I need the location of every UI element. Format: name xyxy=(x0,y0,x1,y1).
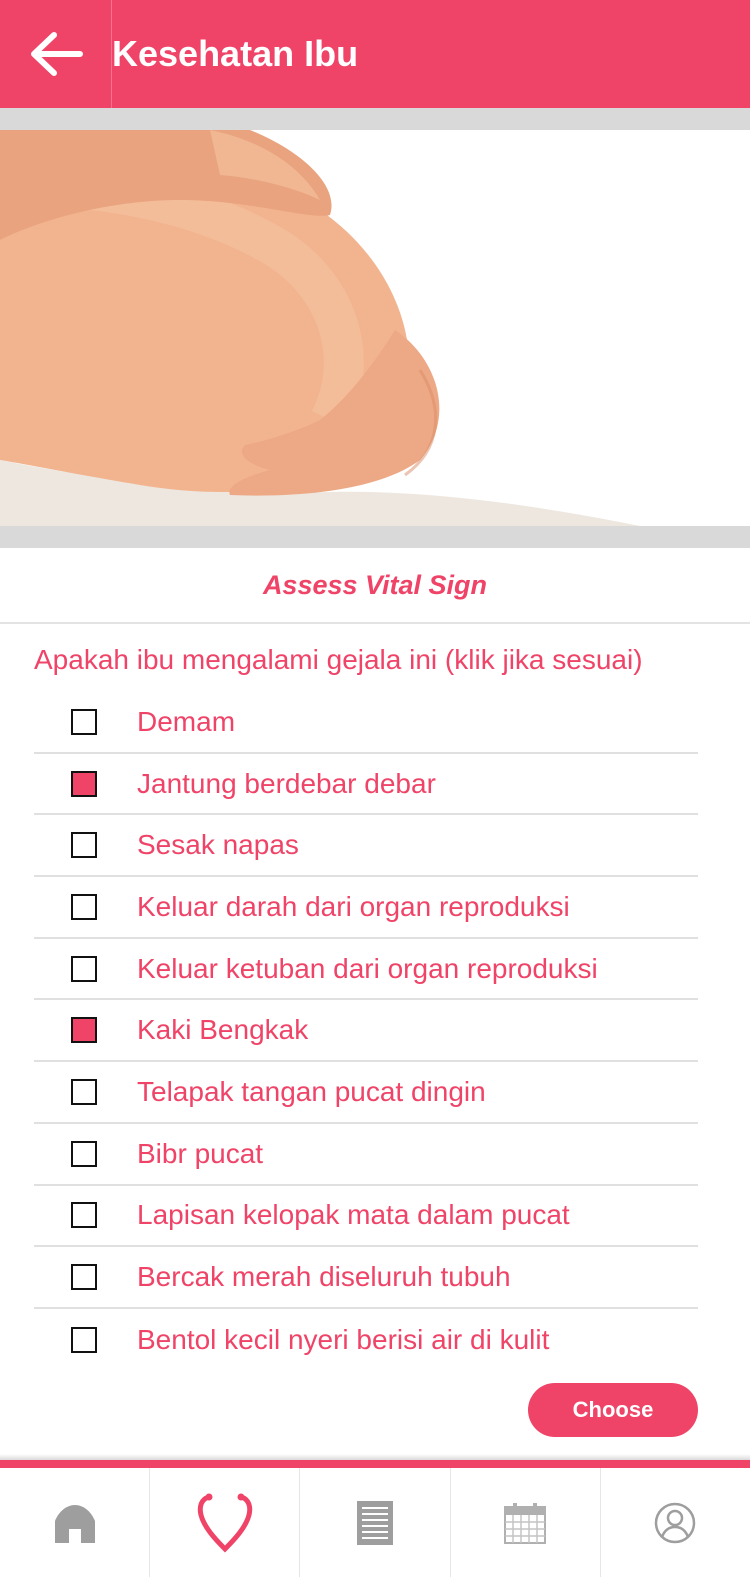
symptom-row[interactable]: Keluar darah dari organ reproduksi xyxy=(34,877,698,939)
checkbox[interactable] xyxy=(71,1140,97,1167)
section-title: Assess Vital Sign xyxy=(0,548,750,624)
calendar-icon xyxy=(504,1502,547,1544)
symptom-label: Bibr pucat xyxy=(137,1137,264,1169)
nav-item-checkup[interactable] xyxy=(150,1468,301,1577)
nav-item-profile[interactable] xyxy=(601,1468,750,1577)
symptom-label: Telapak tangan pucat dingin xyxy=(137,1075,486,1107)
checkbox[interactable] xyxy=(71,832,97,859)
nav-item-home[interactable] xyxy=(0,1468,151,1577)
accent-divider xyxy=(0,1460,750,1468)
symptom-row[interactable]: Jantung berdebar debar xyxy=(34,754,698,816)
symptom-label: Jantung berdebar debar xyxy=(137,767,436,799)
document-icon xyxy=(357,1500,393,1545)
symptom-row[interactable]: Bercak merah diseluruh tubuh xyxy=(34,1247,698,1309)
app-bar: Kesehatan Ibu xyxy=(0,0,750,108)
symptom-row[interactable]: Bibr pucat xyxy=(34,1124,698,1186)
checkbox[interactable] xyxy=(71,1017,97,1044)
symptom-label: Bercak merah diseluruh tubuh xyxy=(137,1261,511,1293)
checkbox[interactable] xyxy=(71,1264,97,1291)
symptom-label: Lapisan kelopak mata dalam pucat xyxy=(137,1199,570,1231)
checkbox[interactable] xyxy=(71,1202,97,1229)
checkbox[interactable] xyxy=(71,708,97,735)
symptom-label: Sesak napas xyxy=(137,829,299,861)
symptom-label: Kaki Bengkak xyxy=(137,1014,309,1046)
symptom-label: Demam xyxy=(137,705,236,737)
symptom-row[interactable]: Kaki Bengkak xyxy=(34,1000,698,1063)
home-icon xyxy=(54,1504,95,1543)
symptom-label: Bentol kecil nyeri berisi air di kulit xyxy=(137,1323,550,1355)
hero-top-band xyxy=(0,108,750,130)
symptom-list: Demam Jantung berdebar debar Sesak napas… xyxy=(34,692,698,1371)
stethoscope-icon xyxy=(197,1493,253,1553)
symptom-row[interactable]: Lapisan kelopak mata dalam pucat xyxy=(34,1186,698,1248)
bottom-nav xyxy=(0,1468,750,1577)
symptom-row[interactable]: Bentol kecil nyeri berisi air di kulit xyxy=(34,1309,698,1371)
back-button[interactable] xyxy=(0,0,112,108)
page-title: Kesehatan Ibu xyxy=(112,33,359,74)
symptom-label: Keluar ketuban dari organ reproduksi xyxy=(137,952,598,984)
arrow-left-icon xyxy=(30,32,83,76)
checkbox[interactable] xyxy=(71,1078,97,1105)
symptom-row[interactable]: Telapak tangan pucat dingin xyxy=(34,1062,698,1124)
symptom-row[interactable]: Keluar ketuban dari organ reproduksi xyxy=(34,939,698,1001)
nav-item-calendar[interactable] xyxy=(451,1468,601,1577)
checkbox[interactable] xyxy=(71,1326,97,1353)
hero-bottom-band xyxy=(0,526,750,548)
checkbox[interactable] xyxy=(71,893,97,920)
symptom-row[interactable]: Sesak napas xyxy=(34,815,698,878)
question-text: Apakah ibu mengalami gejala ini (klik ji… xyxy=(34,644,643,675)
checkbox[interactable] xyxy=(71,955,97,982)
symptom-row[interactable]: Demam xyxy=(34,692,698,754)
choose-button[interactable]: Choose xyxy=(528,1383,698,1437)
hero-image xyxy=(0,130,750,526)
checkbox[interactable] xyxy=(71,770,97,797)
profile-icon xyxy=(655,1502,696,1543)
nav-item-records[interactable] xyxy=(300,1468,451,1577)
symptom-label: Keluar darah dari organ reproduksi xyxy=(137,890,570,922)
